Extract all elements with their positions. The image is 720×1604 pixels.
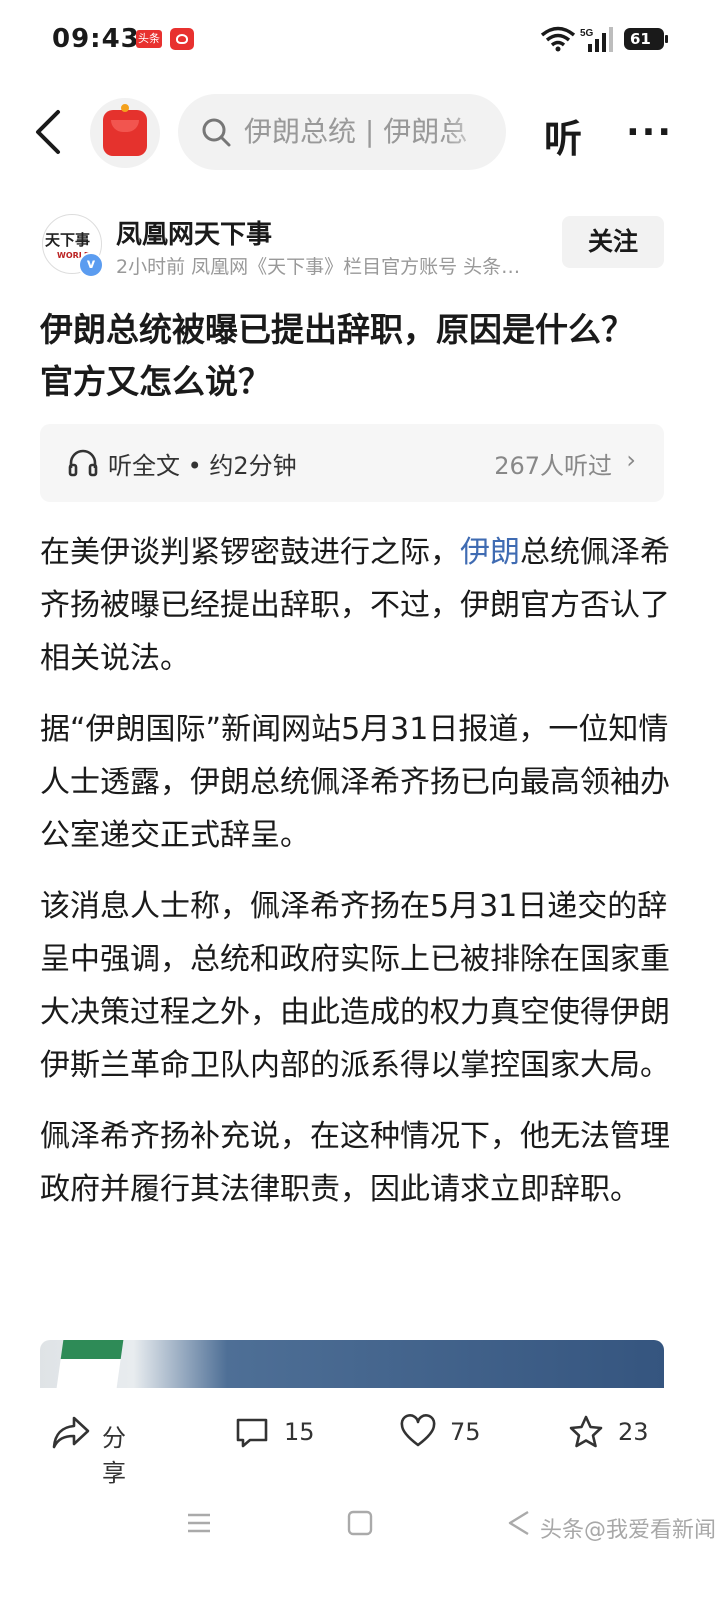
signal-icon: 5G <box>580 27 613 52</box>
headphones-icon <box>68 449 98 477</box>
article-body: 在美伊谈判紧锣密鼓进行之际，伊朗总统佩泽希齐扬被曝已经提出辞职，不过，伊朗官方否… <box>40 526 670 1234</box>
verified-icon: v <box>78 252 104 278</box>
paragraph-3: 该消息人士称，佩泽希齐扬在5月31日递交的辞呈中强调，总统和政府实际上已被排除在… <box>40 889 670 1083</box>
status-time: 09:43 <box>52 24 140 54</box>
article-image[interactable] <box>40 1340 664 1388</box>
red-packet-button[interactable] <box>90 98 160 168</box>
star-icon <box>569 1415 603 1448</box>
heart-icon <box>400 1414 436 1447</box>
author-meta: 2小时前 凤凰网《天下事》栏目官方账号 头条… <box>116 256 521 278</box>
share-icon <box>52 1416 90 1449</box>
battery-level: 61 <box>630 30 651 48</box>
paragraph-1: 在美伊谈判紧锣密鼓进行之际，伊朗总统佩泽希齐扬被曝已经提出辞职，不过，伊朗官方否… <box>40 526 670 685</box>
audio-listen-count: 267人听过 <box>494 452 612 480</box>
more-options-button[interactable]: ··· <box>626 112 673 153</box>
system-nav-bar: 头条@我爱看新闻 <box>0 1490 720 1560</box>
menu-icon[interactable] <box>186 1510 212 1536</box>
watermark: 头条@我爱看新闻 <box>540 1518 717 1543</box>
follow-button[interactable]: 关注 <box>562 216 664 268</box>
listen-button[interactable]: 听 <box>544 108 582 163</box>
app-notification-icon <box>170 28 194 50</box>
comment-icon <box>236 1418 268 1448</box>
toutiao-badge: 头条 <box>136 30 162 48</box>
author-row: 天下事 WORLD v 凤凰网天下事 2小时前 凤凰网《天下事》栏目官方账号 头… <box>0 206 720 286</box>
home-icon[interactable] <box>347 1510 373 1536</box>
wifi-icon <box>540 26 576 52</box>
author-name[interactable]: 凤凰网天下事 <box>116 214 272 251</box>
back-arrow-icon[interactable] <box>30 108 70 156</box>
search-placeholder: 伊朗总统 | 伊朗总 <box>244 115 468 148</box>
p1-text-before: 在美伊谈判紧锣密鼓进行之际， <box>40 535 460 570</box>
back-triangle-icon[interactable] <box>506 1510 532 1536</box>
battery-indicator: 61 <box>624 28 668 50</box>
search-icon <box>202 118 231 147</box>
audio-label: 听全文 • 约2分钟 <box>108 452 297 480</box>
share-label: 分享 <box>102 1424 126 1487</box>
comment-count: 15 <box>284 1418 315 1446</box>
red-packet-icon <box>103 104 147 156</box>
search-bar[interactable]: 伊朗总统 | 伊朗总 <box>178 94 506 170</box>
favorite-count: 23 <box>618 1418 649 1446</box>
article-title: 伊朗总统被曝已提出辞职，原因是什么？官方又怎么说？ <box>40 310 634 401</box>
action-bar: 分享 15 75 23 <box>0 1388 720 1487</box>
flag-graphic <box>56 1340 124 1388</box>
network-label: 5G <box>580 28 594 39</box>
paragraph-2: 据“伊朗国际”新闻网站5月31日报道，一位知情人士透露，伊朗总统佩泽希齐扬已向最… <box>40 712 670 853</box>
paragraph-4: 佩泽希齐扬补充说，在这种情况下，他无法管理政府并履行其法律职责，因此请求立即辞职… <box>40 1119 670 1207</box>
chevron-right-icon: › <box>626 446 636 474</box>
avatar-logo-text: 天下事 <box>45 231 91 249</box>
listen-full-text-bar[interactable]: 听全文 • 约2分钟 267人听过 › <box>40 424 664 502</box>
like-count: 75 <box>450 1418 481 1446</box>
status-bar: 09:43 头条 5G 61 <box>0 0 720 80</box>
iran-topic-link[interactable]: 伊朗 <box>460 535 520 570</box>
